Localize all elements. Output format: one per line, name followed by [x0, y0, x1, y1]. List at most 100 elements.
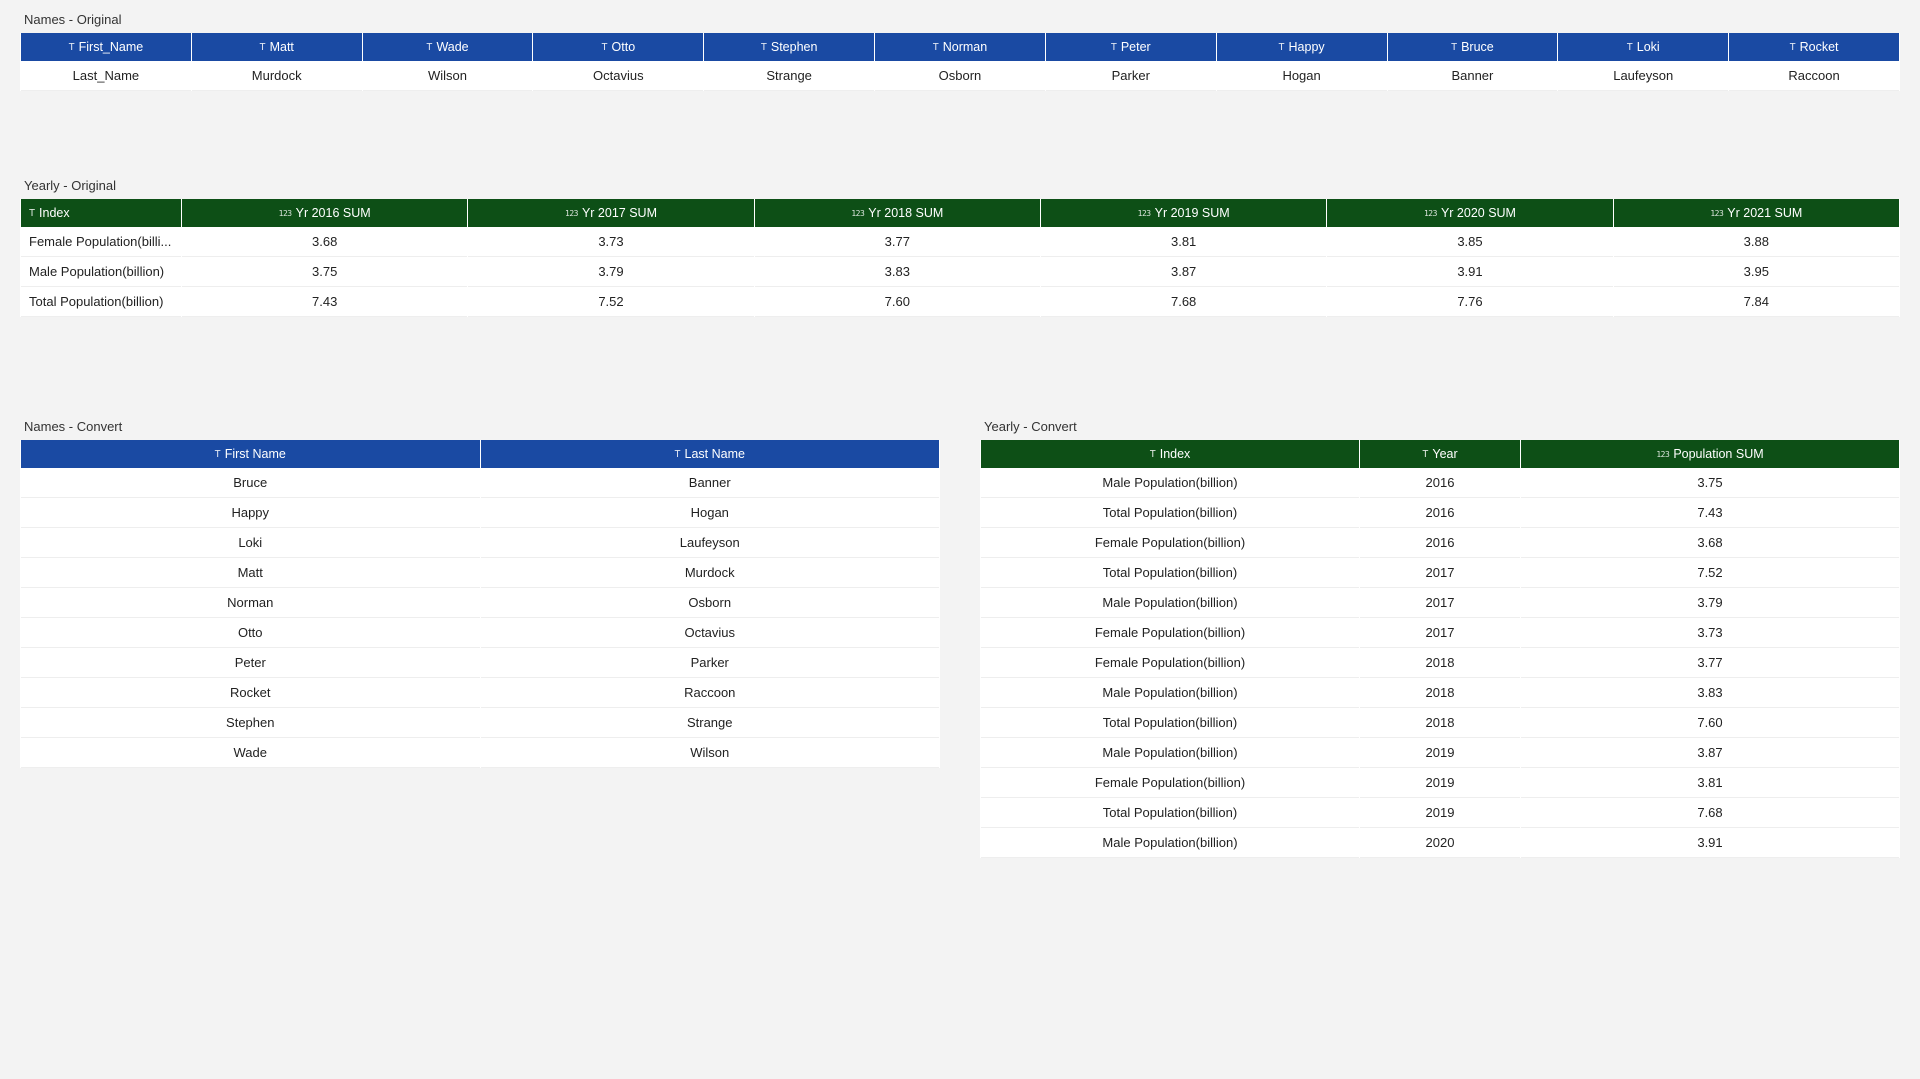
- cell: Female Population(billi...: [21, 227, 181, 257]
- column-header-label: Index: [39, 206, 70, 220]
- cell: Parker: [1046, 61, 1216, 91]
- column-header[interactable]: Bruce: [1388, 33, 1558, 61]
- column-header[interactable]: Yr 2019 SUM: [1041, 199, 1326, 227]
- column-header[interactable]: Stephen: [704, 33, 874, 61]
- column-header-label: Bruce: [1461, 40, 1494, 54]
- column-header-label: Matt: [270, 40, 294, 54]
- table-row: Total Population(billion)20197.68: [981, 798, 1899, 828]
- cell: Male Population(billion): [981, 588, 1359, 618]
- cell: 3.75: [1521, 468, 1899, 498]
- cell: Murdock: [192, 61, 362, 91]
- column-header[interactable]: Index: [981, 440, 1359, 468]
- text-type-icon: [1111, 42, 1117, 53]
- column-header[interactable]: Index: [21, 199, 181, 227]
- column-header[interactable]: Wade: [363, 33, 533, 61]
- text-type-icon: [69, 42, 75, 53]
- text-type-icon: [675, 449, 681, 460]
- column-header-label: Population SUM: [1673, 447, 1763, 461]
- table-row: Total Population(billion)7.437.527.607.6…: [21, 287, 1899, 317]
- cell: Laufeyson: [481, 528, 940, 558]
- column-header[interactable]: Matt: [192, 33, 362, 61]
- column-header-label: Rocket: [1800, 40, 1839, 54]
- cell: 3.91: [1327, 257, 1612, 287]
- cell: 2017: [1360, 558, 1520, 588]
- column-header[interactable]: Yr 2018 SUM: [755, 199, 1040, 227]
- cell: Wilson: [363, 61, 533, 91]
- table-row: Female Population(billi...3.683.733.773.…: [21, 227, 1899, 257]
- column-header[interactable]: Norman: [875, 33, 1045, 61]
- cell: Octavius: [481, 618, 940, 648]
- cell: Female Population(billion): [981, 618, 1359, 648]
- cell: 3.68: [182, 227, 467, 257]
- number-type-icon: [1710, 208, 1723, 219]
- cell: Strange: [481, 708, 940, 738]
- cell: 3.68: [1521, 528, 1899, 558]
- table-yearly-original: Index Yr 2016 SUM Yr 2017 SUM Yr 2018 SUM Yr…: [20, 199, 1900, 317]
- column-header-label: Yr 2019 SUM: [1155, 206, 1230, 220]
- cell: 3.79: [1521, 588, 1899, 618]
- cell: 2016: [1360, 468, 1520, 498]
- cell: Osborn: [481, 588, 940, 618]
- text-type-icon: [933, 42, 939, 53]
- cell: Wilson: [481, 738, 940, 768]
- cell: Matt: [21, 558, 480, 588]
- table-row: StephenStrange: [21, 708, 939, 738]
- column-header[interactable]: First Name: [21, 440, 480, 468]
- text-type-icon: [1150, 449, 1156, 460]
- cell: 2020: [1360, 828, 1520, 858]
- column-header-label: Yr 2016 SUM: [296, 206, 371, 220]
- column-header[interactable]: Otto: [533, 33, 703, 61]
- cell: Male Population(billion): [981, 828, 1359, 858]
- column-header[interactable]: Peter: [1046, 33, 1216, 61]
- table-row: Total Population(billion)20167.43: [981, 498, 1899, 528]
- column-header-label: Yr 2018 SUM: [868, 206, 943, 220]
- table-row: RocketRaccoon: [21, 678, 939, 708]
- cell: 7.84: [1614, 287, 1899, 317]
- column-header-label: Yr 2017 SUM: [582, 206, 657, 220]
- text-type-icon: [260, 42, 266, 53]
- table-row: Last_NameMurdockWilsonOctaviusStrangeOsb…: [21, 61, 1899, 91]
- column-header[interactable]: Last Name: [481, 440, 940, 468]
- column-header[interactable]: Yr 2017 SUM: [468, 199, 753, 227]
- table-row: OttoOctavius: [21, 618, 939, 648]
- cell: 3.83: [1521, 678, 1899, 708]
- cell: 3.85: [1327, 227, 1612, 257]
- number-type-icon: [851, 208, 864, 219]
- cell: 7.68: [1521, 798, 1899, 828]
- column-header[interactable]: Yr 2020 SUM: [1327, 199, 1612, 227]
- table-row: Male Population(billion)20193.87: [981, 738, 1899, 768]
- column-header-label: Peter: [1121, 40, 1151, 54]
- column-header[interactable]: Yr 2016 SUM: [182, 199, 467, 227]
- cell: 2018: [1360, 678, 1520, 708]
- table-row: Female Population(billion)20173.73: [981, 618, 1899, 648]
- number-type-icon: [279, 208, 292, 219]
- table-row: Total Population(billion)20177.52: [981, 558, 1899, 588]
- column-header-label: First Name: [225, 447, 286, 461]
- column-header-label: Last Name: [685, 447, 745, 461]
- column-header[interactable]: Happy: [1217, 33, 1387, 61]
- column-header[interactable]: Yr 2021 SUM: [1614, 199, 1899, 227]
- section-title-names-convert: Names - Convert: [24, 419, 940, 434]
- cell: Stephen: [21, 708, 480, 738]
- number-type-icon: [565, 208, 578, 219]
- table-row: BruceBanner: [21, 468, 939, 498]
- column-header[interactable]: Population SUM: [1521, 440, 1899, 468]
- cell: 2017: [1360, 588, 1520, 618]
- table-names-original: First_Name Matt WadeOttoStephenNorman Peter…: [20, 33, 1900, 91]
- cell: 7.76: [1327, 287, 1612, 317]
- column-header[interactable]: First_Name: [21, 33, 191, 61]
- cell: Female Population(billion): [981, 648, 1359, 678]
- column-header[interactable]: Year: [1360, 440, 1520, 468]
- cell: 3.79: [468, 257, 753, 287]
- text-type-icon: [1627, 42, 1633, 53]
- cell: Last_Name: [21, 61, 191, 91]
- cell: Parker: [481, 648, 940, 678]
- column-header[interactable]: Rocket: [1729, 33, 1899, 61]
- table-row: WadeWilson: [21, 738, 939, 768]
- column-header[interactable]: Loki: [1558, 33, 1728, 61]
- column-header-label: Yr 2021 SUM: [1727, 206, 1802, 220]
- column-header-label: Loki: [1637, 40, 1660, 54]
- cell: Loki: [21, 528, 480, 558]
- cell: Osborn: [875, 61, 1045, 91]
- cell: Female Population(billion): [981, 528, 1359, 558]
